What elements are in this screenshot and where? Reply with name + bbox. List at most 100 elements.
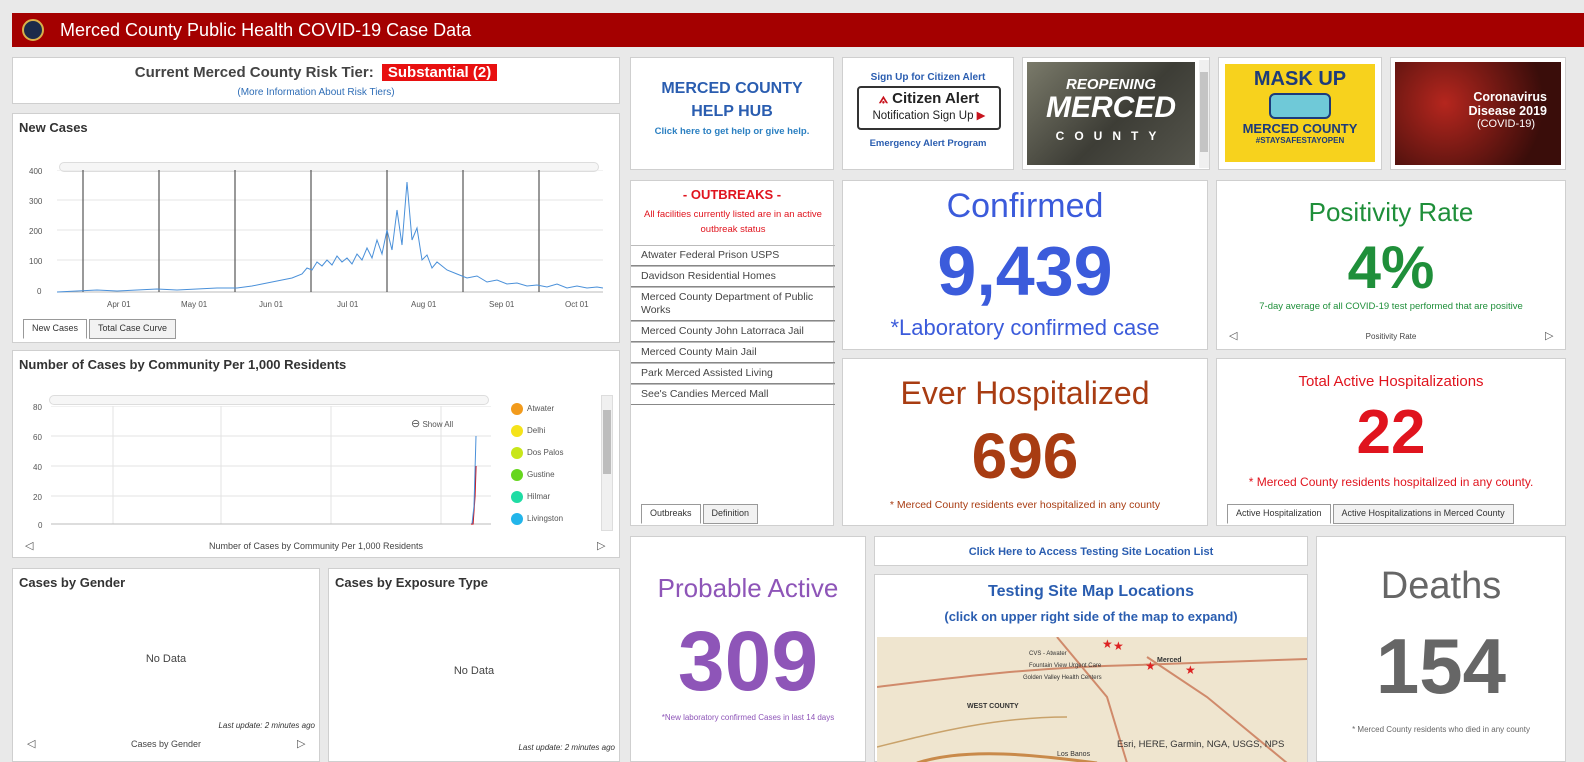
legend-swatch — [511, 469, 523, 481]
map-marker-icon[interactable]: ★ — [1145, 659, 1156, 673]
tab-outbreaks[interactable]: Outbreaks — [641, 504, 701, 524]
y-tick-label: 60 — [33, 433, 42, 442]
legend-item[interactable]: Livingston — [511, 513, 563, 535]
citizen-alert-link[interactable]: Sign Up for Citizen Alert ⟑ Citizen Aler… — [842, 57, 1014, 170]
testing-list-link[interactable]: Click Here to Access Testing Site Locati… — [874, 536, 1308, 566]
reopening-merced-link[interactable]: REOPENING MERCED COUNTY — [1022, 57, 1210, 170]
legend-swatch — [511, 491, 523, 503]
map-label: Los Banos — [1057, 751, 1091, 758]
map-label: WEST COUNTY — [967, 703, 1019, 710]
mask-up-link[interactable]: MASK UP MERCED COUNTY #STAYSAFESTAYOPEN — [1218, 57, 1382, 170]
tab-active-hospitalization[interactable]: Active Hospitalization — [1227, 504, 1331, 524]
mask-icon — [1269, 93, 1331, 119]
help-hub-sub: Click here to get help or give help. — [654, 126, 810, 137]
scrollbar-thumb[interactable] — [603, 410, 611, 474]
confirmed-note: *Laboratory confirmed case — [890, 315, 1160, 340]
reopening-line2: MERCED — [1045, 91, 1176, 124]
list-item[interactable]: Merced County Main Jail — [631, 342, 835, 363]
scrollbar-thumb[interactable] — [1200, 72, 1208, 152]
y-tick-label: 0 — [38, 521, 43, 530]
x-tick-label: Jul 01 — [337, 300, 359, 309]
positivity-label: Positivity Rate — [1308, 197, 1474, 227]
list-item[interactable]: See's Candies Merced Mall — [631, 384, 835, 405]
x-tick-label: Oct 01 — [565, 300, 589, 309]
confirmed-panel: Confirmed 9,439 *Laboratory confirmed ca… — [842, 180, 1208, 350]
gender-title: Cases by Gender — [19, 575, 126, 590]
outbreaks-panel: - OUTBREAKS - All facilities currently l… — [630, 180, 835, 526]
map-marker-icon[interactable]: ★ — [1185, 663, 1196, 677]
tab-total-case-curve[interactable]: Total Case Curve — [89, 319, 177, 339]
active-hosp-panel: Total Active Hospitalizations 22 * Merce… — [1216, 358, 1566, 526]
list-item[interactable]: Park Merced Assisted Living — [631, 363, 835, 384]
active-hosp-value: 22 — [1356, 398, 1426, 467]
scrollbar[interactable] — [1199, 60, 1209, 168]
deaths-panel: Deaths 154 * Merced County residents who… — [1316, 536, 1566, 762]
coronavirus-link[interactable]: Coronavirus Disease 2019 (COVID-19) — [1390, 57, 1566, 170]
map-label: Fountain View Urgent Care — [1029, 663, 1102, 669]
confirmed-label: Confirmed — [946, 187, 1104, 225]
legend-item[interactable]: Gustine — [511, 469, 563, 491]
hospitalized-value: 696 — [971, 420, 1079, 492]
map-marker-icon[interactable]: ★ — [1113, 639, 1124, 653]
mask-up-image: MASK UP MERCED COUNTY #STAYSAFESTAYOPEN — [1225, 64, 1375, 162]
deaths-note: * Merced County residents who died in an… — [1352, 725, 1530, 734]
risk-tier-badge: Substantial (2) — [381, 64, 498, 81]
probable-label: Probable Active — [657, 573, 839, 603]
gender-no-data: No Data — [145, 653, 187, 665]
mask-up-line2: MERCED COUNTY — [1242, 121, 1358, 136]
next-arrow-icon[interactable]: ▷ — [1545, 329, 1553, 342]
positivity-value: 4% — [1347, 234, 1435, 301]
map-marker-icon[interactable]: ★ — [1102, 637, 1113, 651]
tab-new-cases[interactable]: New Cases — [23, 319, 88, 339]
list-item[interactable]: Atwater Federal Prison USPS — [631, 245, 835, 266]
active-hosp-tabs: Active Hospitalization Active Hospitaliz… — [1227, 504, 1514, 524]
list-item[interactable]: Davidson Residential Homes — [631, 266, 835, 287]
y-tick-label: 400 — [29, 167, 43, 176]
outbreaks-tabs: Outbreaks Definition — [641, 504, 759, 524]
probable-note: *New laboratory confirmed Cases in last … — [661, 713, 835, 722]
y-tick-label: 100 — [29, 257, 43, 266]
exposure-last-update: Last update: 2 minutes ago — [518, 743, 615, 752]
help-hub-link[interactable]: MERCED COUNTY HELP HUB Click here to get… — [630, 57, 834, 170]
positivity-note: 7-day average of all COVID-19 test perfo… — [1259, 301, 1523, 312]
positivity-footer: Positivity Rate — [1365, 332, 1417, 341]
zoom-slider[interactable] — [49, 395, 489, 405]
community-title: Number of Cases by Community Per 1,000 R… — [19, 357, 347, 372]
list-item[interactable]: Merced County John Latorraca Jail — [631, 321, 835, 342]
hospitalized-note: * Merced County residents ever hospitali… — [889, 499, 1161, 511]
citizen-alert-top: Sign Up for Citizen Alert — [870, 72, 986, 83]
new-cases-title: New Cases — [19, 120, 88, 135]
new-cases-panel: New Cases 400 300 200 100 0 Apr 01 May 0… — [12, 113, 620, 343]
coronavirus-line2: Disease 2019 — [1468, 104, 1547, 118]
y-tick-label: 200 — [29, 227, 43, 236]
testing-map[interactable]: ★ ★ ★ ★ CVS - Atwater Fountain View Urge… — [877, 637, 1307, 762]
show-all-button[interactable]: ⊖ Show All — [411, 417, 453, 430]
legend-item[interactable]: Hilmar — [511, 491, 563, 513]
risk-tier-label: Current Merced County Risk Tier: — [134, 64, 374, 81]
gender-last-update: Last update: 2 minutes ago — [218, 721, 315, 730]
tab-definition[interactable]: Definition — [702, 504, 759, 524]
legend-item[interactable]: Dos Palos — [511, 447, 563, 469]
tab-active-hosp-merced[interactable]: Active Hospitalizations in Merced County — [1332, 504, 1514, 524]
outbreaks-title: - OUTBREAKS - — [682, 187, 782, 202]
community-legend: Atwater Delhi Dos Palos Gustine Hilmar L… — [511, 403, 563, 535]
map-attribution: Esri, HERE, Garmin, NGA, USGS, NPS — [1117, 739, 1285, 750]
reopening-line3: COUNTY — [1055, 129, 1167, 143]
risk-tier-link[interactable]: (More Information About Risk Tiers) — [13, 87, 619, 98]
legend-scrollbar[interactable] — [601, 395, 613, 531]
next-arrow-icon[interactable]: ▷ — [597, 539, 605, 552]
exposure-no-data: No Data — [453, 665, 495, 677]
outbreaks-list: Atwater Federal Prison USPS Davidson Res… — [631, 245, 835, 405]
y-tick-label: 0 — [37, 287, 42, 296]
x-tick-label: Apr 01 — [107, 300, 131, 309]
positivity-panel: Positivity Rate 4% 7-day average of all … — [1216, 180, 1566, 350]
citizen-alert-bottom: Emergency Alert Program — [869, 138, 987, 149]
active-hosp-label: Total Active Hospitalizations — [1298, 373, 1484, 390]
list-item[interactable]: Merced County Department of Public Works — [631, 287, 835, 321]
hospitalized-panel: Ever Hospitalized 696 * Merced County re… — [842, 358, 1208, 526]
next-arrow-icon[interactable]: ▷ — [297, 737, 305, 750]
legend-item[interactable]: Delhi — [511, 425, 563, 447]
map-label: CVS - Atwater — [1029, 651, 1067, 657]
y-tick-label: 40 — [33, 463, 42, 472]
legend-item[interactable]: Atwater — [511, 403, 563, 425]
